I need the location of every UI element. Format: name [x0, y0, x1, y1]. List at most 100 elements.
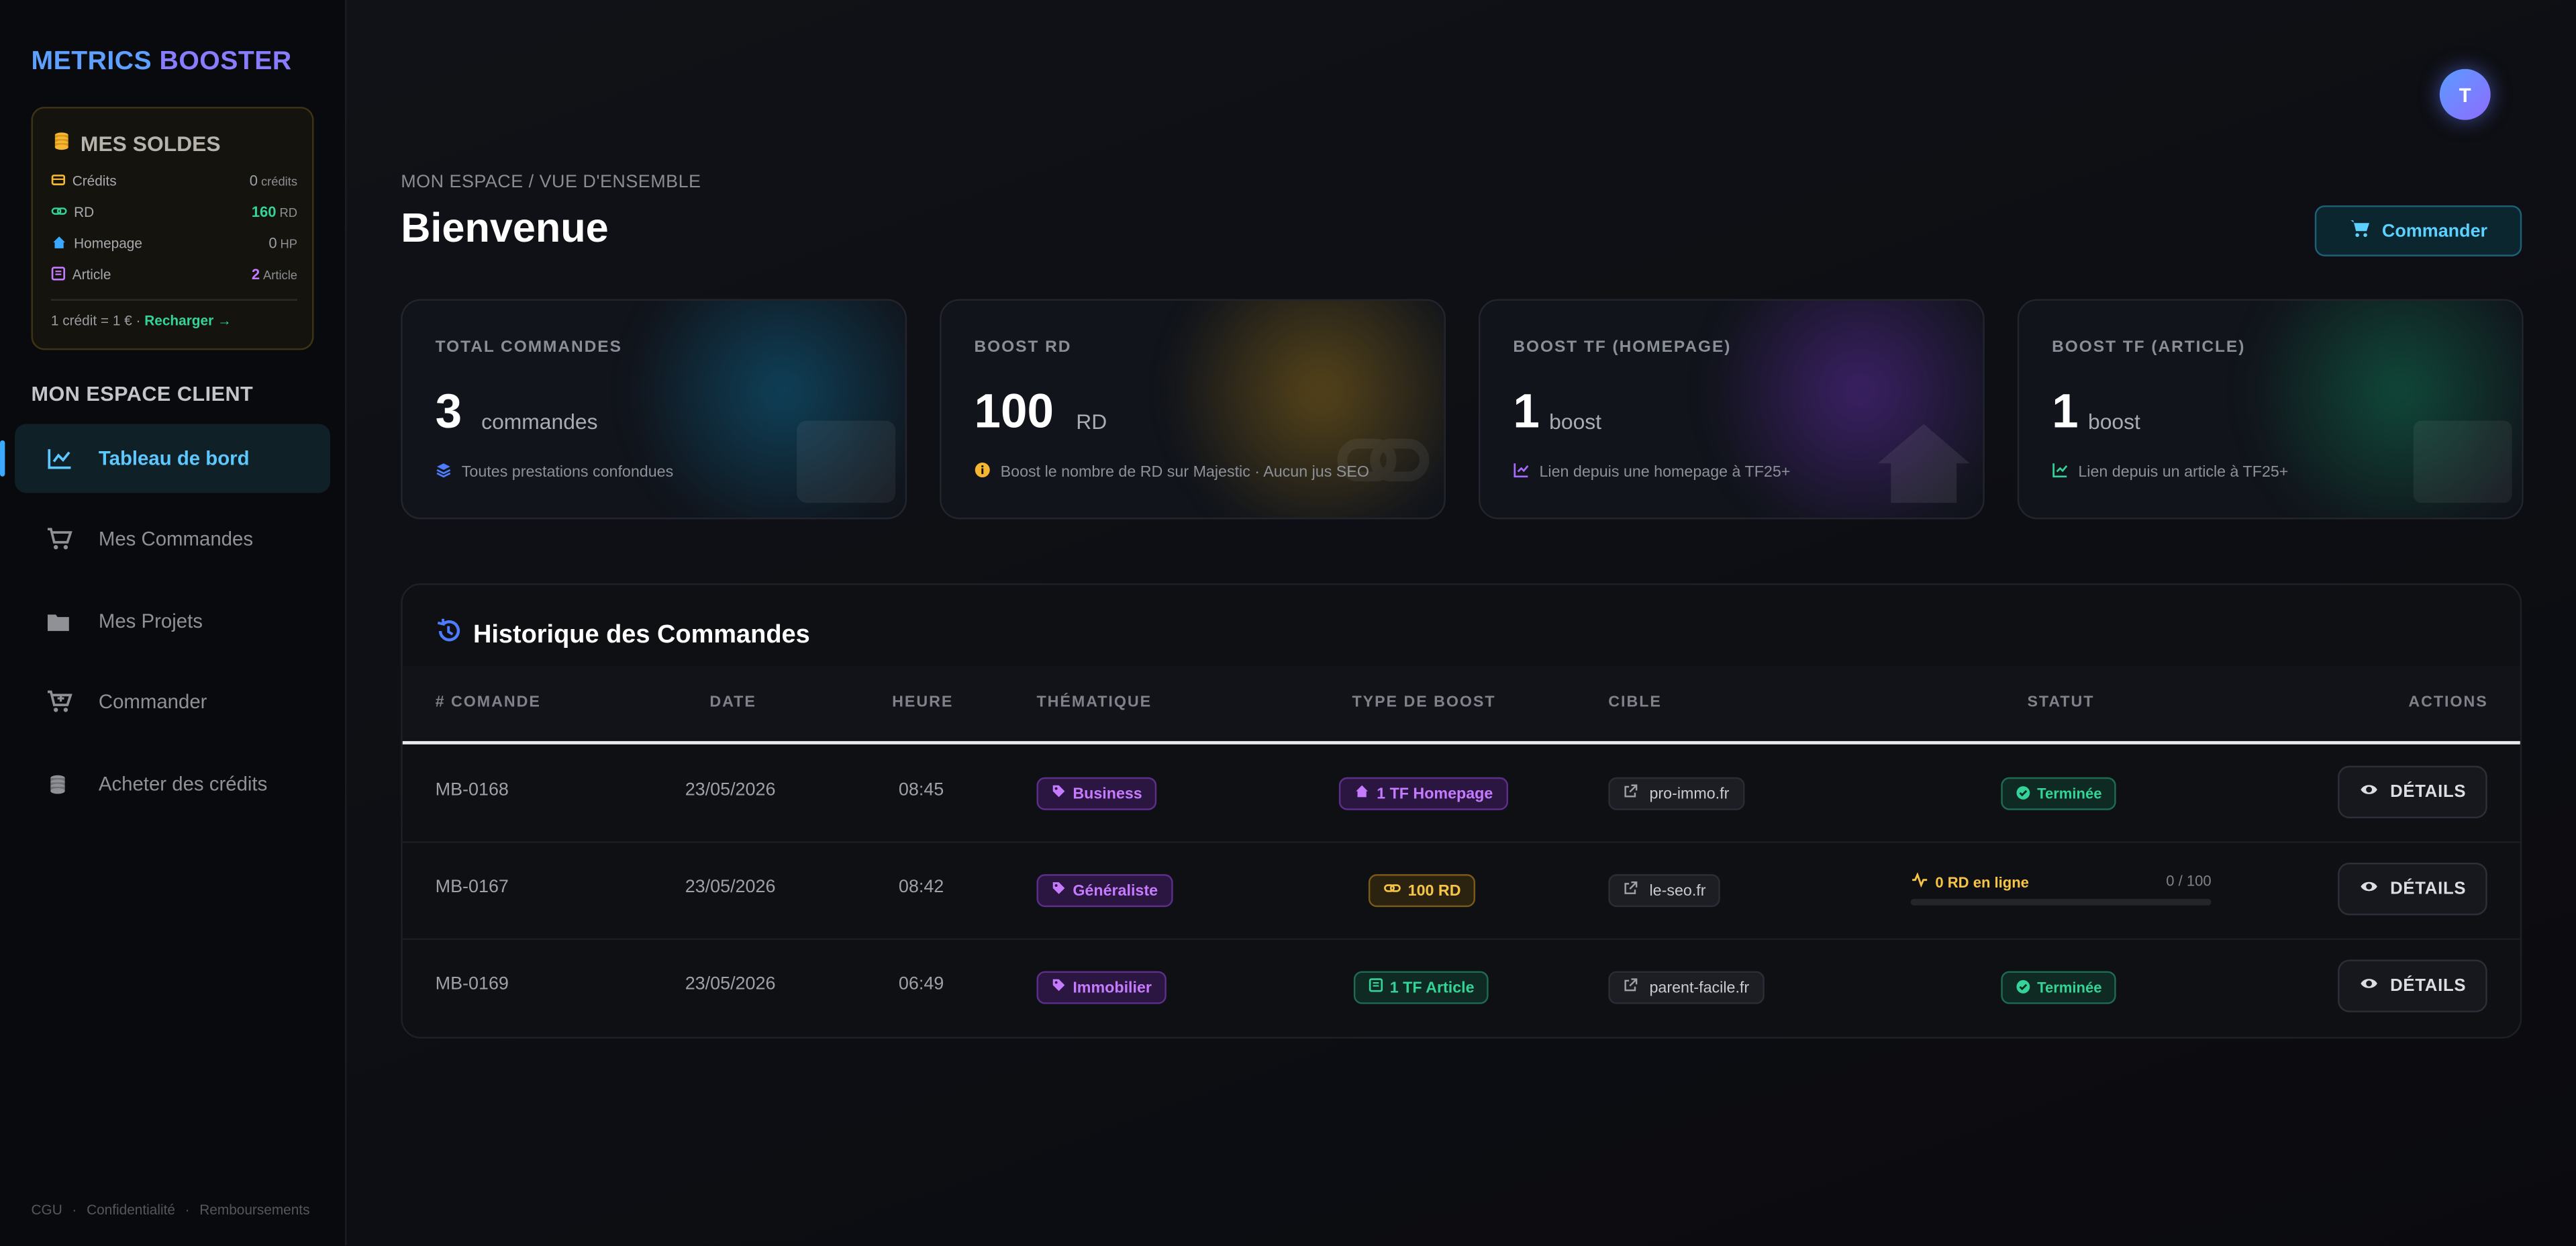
legal-links: CGU · Confidentialité · Remboursements [32, 1201, 310, 1217]
sidebar-item-order[interactable]: Commander [15, 667, 330, 736]
balances-header: MES SOLDES [51, 130, 221, 156]
link-icon [1383, 881, 1401, 900]
legal-separator: · [185, 1201, 190, 1218]
sidebar-item-dashboard[interactable]: Tableau de bord [15, 424, 330, 493]
boost-badge: 1 TF Homepage [1338, 777, 1508, 810]
stat-desc: Lien depuis une homepage à TF25+ [1513, 462, 1790, 483]
status-text: Terminée [2037, 979, 2102, 996]
list-watermark-icon [797, 420, 895, 512]
recharge-link[interactable]: Recharger → [144, 312, 232, 328]
article-icon [1369, 977, 1383, 997]
credit-rate: 1 crédit = 1 € · Recharger → [51, 312, 232, 328]
eye-icon [2359, 976, 2379, 996]
balance-row-article: Article 2 Article [51, 265, 297, 284]
legal-privacy-link[interactable]: Confidentialité [87, 1201, 175, 1217]
balance-unit: Article [263, 267, 298, 283]
legal-cgu-link[interactable]: CGU [32, 1201, 62, 1217]
chart-line-icon [46, 445, 72, 471]
progress-bar [1910, 898, 2212, 906]
balance-unit: HP [280, 236, 298, 252]
progress-label-text: 0 RD en ligne [1935, 873, 2029, 890]
order-date: 23/05/2026 [685, 780, 776, 801]
theme-text: Business [1073, 784, 1142, 803]
legal-separator: · [72, 1201, 77, 1218]
details-button[interactable]: DÉTAILS [2338, 863, 2487, 916]
home-icon [51, 234, 67, 252]
info-icon [974, 462, 990, 483]
boost-badge: 100 RD [1368, 874, 1476, 908]
balance-label: Homepage [74, 235, 142, 252]
col-header-order[interactable]: # COMANDE [436, 693, 541, 712]
tag-icon [1052, 784, 1067, 804]
wallet-icon [51, 172, 66, 190]
folder-icon [46, 608, 72, 634]
stat-label: BOOST TF (HOMEPAGE) [1513, 338, 1732, 357]
order-button[interactable]: Commander [2314, 205, 2522, 256]
chart-line-icon [2052, 462, 2068, 483]
progress-label: 0 RD en ligne [1911, 872, 2029, 891]
sidebar-item-buy-credits[interactable]: Acheter des crédits [15, 749, 330, 818]
target-text: parent-facile.fr [1649, 978, 1750, 997]
target-link[interactable]: parent-facile.fr [1608, 971, 1765, 1004]
stat-desc: Lien depuis un article à TF25+ [2052, 462, 2288, 483]
stat-desc-text: Lien depuis une homepage à TF25+ [1539, 463, 1791, 482]
details-button[interactable]: DÉTAILS [2338, 765, 2487, 818]
stat-desc: Toutes prestations confondues [436, 462, 673, 483]
sidebar-item-orders[interactable]: Mes Commandes [15, 504, 330, 573]
avatar[interactable]: T [2439, 68, 2491, 120]
balance-value: 0 [249, 173, 258, 189]
cart-icon [2349, 219, 2371, 244]
col-header-theme[interactable]: THÉMATIQUE [1036, 693, 1152, 712]
order-id: MB-0167 [435, 877, 509, 898]
status-text: Terminée [2037, 785, 2102, 802]
status-badge: Terminée [2001, 971, 2117, 1004]
stat-label: TOTAL COMMANDES [435, 338, 622, 357]
balance-row-homepage: Homepage 0 HP [51, 234, 297, 253]
active-indicator [0, 440, 5, 477]
balance-value: 2 [251, 266, 260, 283]
link-watermark-icon [1336, 421, 1434, 512]
details-label: DÉTAILS [2390, 975, 2467, 996]
sidebar-item-label: Mes Projets [98, 610, 203, 633]
brand-logo[interactable]: METRICS BOOSTER [32, 48, 292, 77]
stat-value: 1 [2052, 386, 2079, 439]
stat-label: BOOST TF (ARTICLE) [2052, 338, 2246, 357]
col-header-boost-type[interactable]: TYPE DE BOOST [1352, 693, 1495, 712]
col-header-time[interactable]: HEURE [892, 693, 953, 712]
brand-part2: BOOSTER [159, 47, 292, 76]
col-header-target[interactable]: CIBLE [1608, 693, 1662, 712]
target-link[interactable]: pro-immo.fr [1608, 777, 1744, 810]
order-time: 08:45 [898, 780, 944, 801]
theme-badge: Immobilier [1036, 971, 1167, 1004]
stat-unit: RD [1076, 409, 1107, 434]
table-row: MB-0168 23/05/2026 08:45 Business 1 TF H… [402, 746, 2520, 843]
page-title: Bienvenue [401, 205, 609, 252]
theme-text: Immobilier [1073, 978, 1152, 997]
sidebar-item-projects[interactable]: Mes Projets [15, 587, 330, 656]
stat-card-total-orders: TOTAL COMMANDES 3 commandes Toutes prest… [401, 299, 907, 520]
table-row: MB-0167 23/05/2026 08:42 Généraliste 100… [402, 843, 2520, 941]
theme-badge: Business [1036, 777, 1157, 810]
balance-label: Crédits [72, 173, 117, 189]
boost-text: 1 TF Article [1389, 978, 1475, 997]
stat-value: 100 [974, 386, 1054, 439]
sidebar-section-title: MON ESPACE CLIENT [31, 383, 254, 406]
avatar-initial: T [2459, 83, 2471, 106]
stat-value: 1 [1513, 386, 1540, 439]
col-header-status[interactable]: STATUT [2027, 693, 2094, 712]
target-link[interactable]: le-seo.fr [1608, 874, 1721, 908]
col-header-date[interactable]: DATE [709, 693, 756, 712]
eye-icon [2359, 782, 2379, 802]
history-icon [436, 618, 462, 652]
details-label: DÉTAILS [2390, 782, 2467, 802]
tag-icon [1052, 881, 1067, 900]
details-button[interactable]: DÉTAILS [2338, 959, 2487, 1012]
history-title-text: Historique des Commandes [473, 620, 810, 649]
link-icon [51, 203, 67, 221]
main-content: T MON ESPACE / VUE D'ENSEMBLE Bienvenue … [346, 0, 2576, 1246]
balance-row-credits: Crédits 0 crédits [51, 171, 297, 191]
legal-refunds-link[interactable]: Remboursements [199, 1201, 309, 1217]
stat-label: BOOST RD [974, 338, 1072, 357]
activity-icon [1911, 872, 1929, 891]
stat-desc-text: Lien depuis un article à TF25+ [2078, 463, 2289, 482]
